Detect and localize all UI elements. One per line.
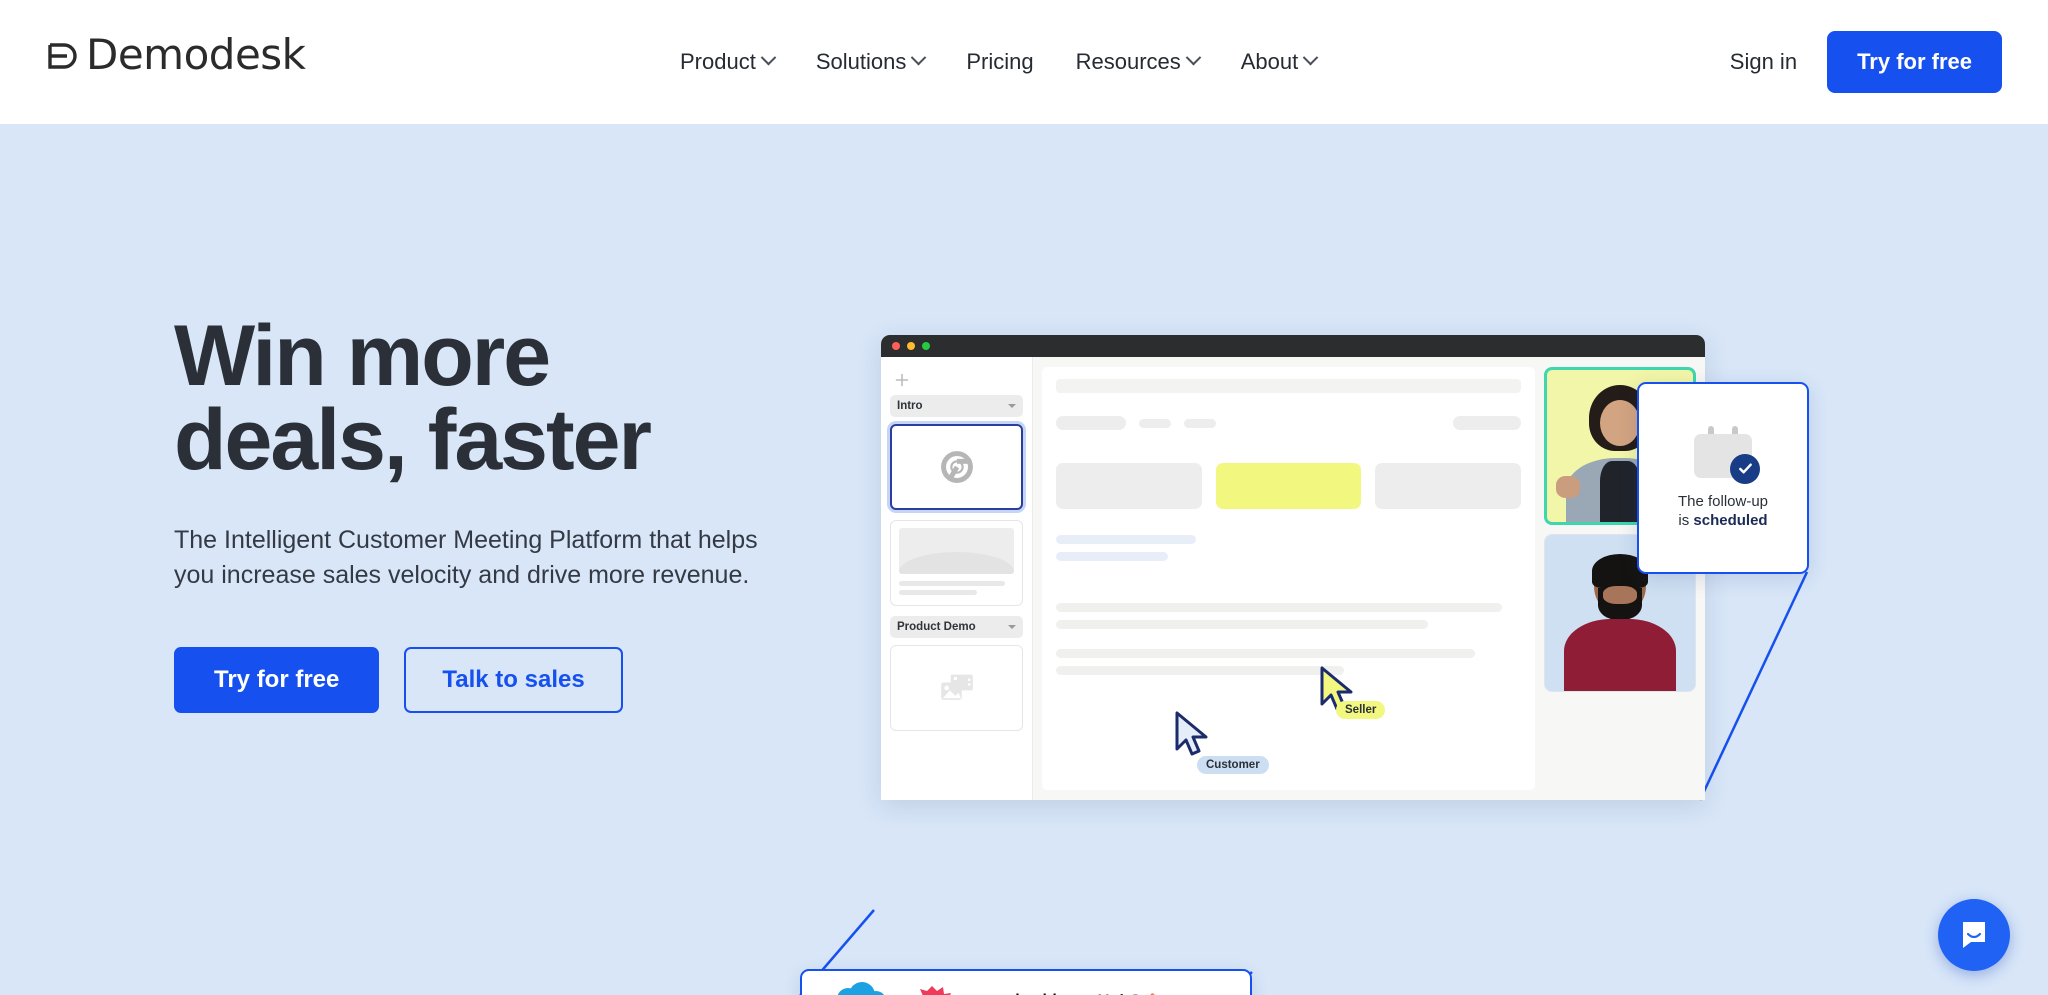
section-label: Intro xyxy=(897,400,923,412)
chat-widget-button[interactable] xyxy=(1938,899,2010,971)
salesforce-icon: salesforce xyxy=(837,982,884,995)
window-titlebar xyxy=(881,335,1705,357)
callout-integrations: salesforce GO NG pipedrive HubSpot xyxy=(800,969,1252,995)
skeleton-block xyxy=(1184,418,1216,428)
app-window: Intro Product Demo xyxy=(881,335,1705,800)
callout-followup-scheduled: The follow-up is scheduled xyxy=(1637,382,1809,574)
shared-document[interactable] xyxy=(1042,367,1535,790)
integration-hubspot[interactable]: HubSpot xyxy=(1097,991,1166,995)
nav-label: Solutions xyxy=(815,49,907,74)
hero-section: Win more deals, faster The Intelligent C… xyxy=(0,124,2048,995)
app-body: Intro Product Demo xyxy=(881,357,1705,800)
chevron-down-icon xyxy=(1302,49,1319,66)
site-header: Demodesk Product Solutions Pricing Resou… xyxy=(0,0,2048,124)
cursor-label-customer: Customer xyxy=(1197,756,1269,774)
slide-thumb-browser[interactable] xyxy=(890,424,1023,510)
slide-thumb-document[interactable] xyxy=(890,520,1023,606)
image-media-icon xyxy=(940,674,973,700)
chrome-browser-icon xyxy=(940,451,973,483)
window-zoom-dot[interactable] xyxy=(922,342,930,350)
document-chart-icon xyxy=(899,527,1014,574)
slide-skeleton xyxy=(891,520,1022,607)
window-minimize-dot[interactable] xyxy=(907,342,915,350)
section-label: Product Demo xyxy=(897,621,976,633)
skeleton-block xyxy=(1139,418,1171,428)
nav-label: Pricing xyxy=(966,49,1034,74)
nav-item-solutions[interactable]: Solutions xyxy=(815,49,927,75)
callout-text: The follow-up is scheduled xyxy=(1678,492,1768,531)
skeleton-line xyxy=(1056,620,1428,629)
skeleton-line xyxy=(899,589,978,595)
nav-item-product[interactable]: Product xyxy=(680,49,777,75)
section-intro[interactable]: Intro xyxy=(890,395,1023,417)
skeleton-block xyxy=(1056,416,1126,430)
skeleton-line xyxy=(1056,552,1168,561)
window-close-dot[interactable] xyxy=(892,342,900,350)
skeleton-line xyxy=(899,580,1005,586)
chat-bubble-icon xyxy=(1963,922,1985,948)
header-actions: Sign in Try for free xyxy=(1730,0,2002,124)
section-product-demo[interactable]: Product Demo xyxy=(890,616,1023,638)
hero-illustration: Intro Product Demo Seller Customer The f… xyxy=(0,124,2048,995)
slide-thumb-media[interactable] xyxy=(890,645,1023,731)
nav-item-resources[interactable]: Resources xyxy=(1075,49,1202,75)
skeleton-block xyxy=(1453,416,1521,430)
nav-label: Resources xyxy=(1075,49,1181,74)
slides-sidebar: Intro Product Demo xyxy=(881,357,1033,800)
check-badge-icon xyxy=(1730,453,1760,484)
logo-text: Demodesk xyxy=(86,30,306,79)
header-try-for-free-button[interactable]: Try for free xyxy=(1827,31,2002,93)
cursor-label-seller: Seller xyxy=(1336,701,1386,719)
chevron-down-icon xyxy=(1008,625,1016,629)
customer-cursor-icon xyxy=(1175,711,1208,756)
logo[interactable]: Demodesk xyxy=(44,28,306,82)
nav-item-pricing[interactable]: Pricing xyxy=(966,49,1033,75)
doc-header-skeleton xyxy=(1056,416,1521,430)
demodesk-mark-icon xyxy=(48,43,77,69)
nav-item-about[interactable]: About xyxy=(1240,49,1319,75)
callout-line1: The follow-up xyxy=(1677,492,1769,510)
skeleton-line xyxy=(1056,535,1196,544)
nav-label: About xyxy=(1240,49,1299,74)
chevron-down-icon xyxy=(1008,404,1016,408)
skeleton-card xyxy=(1375,463,1522,509)
main-navigation: Product Solutions Pricing Resources Abou… xyxy=(680,0,1319,124)
hubspot-wordmark: HubSpot xyxy=(1097,991,1166,995)
callout-prefix: is xyxy=(1678,512,1694,529)
skeleton-line xyxy=(1056,666,1345,675)
integration-gong[interactable]: GO NG xyxy=(916,984,982,995)
sign-in-link[interactable]: Sign in xyxy=(1730,49,1797,75)
doc-cards-skeleton xyxy=(1056,463,1522,509)
skeleton-line xyxy=(1056,649,1475,658)
plus-icon xyxy=(895,373,909,387)
callout-bold: scheduled xyxy=(1693,512,1768,529)
add-slide-button[interactable] xyxy=(890,365,1023,395)
integration-salesforce[interactable]: salesforce xyxy=(830,981,892,995)
chevron-down-icon xyxy=(1185,49,1202,66)
chevron-down-icon xyxy=(911,49,927,66)
skeleton-card xyxy=(1056,463,1202,509)
skeleton-line xyxy=(1056,603,1503,612)
chevron-down-icon xyxy=(760,49,777,66)
gong-icon: GO NG xyxy=(919,986,978,995)
doc-toolbar-skeleton xyxy=(1056,379,1521,393)
calendar-check-icon xyxy=(1694,425,1760,484)
nav-label: Product xyxy=(680,49,756,74)
skeleton-card-highlighted xyxy=(1215,463,1362,509)
app-main-pane xyxy=(1033,357,1705,800)
